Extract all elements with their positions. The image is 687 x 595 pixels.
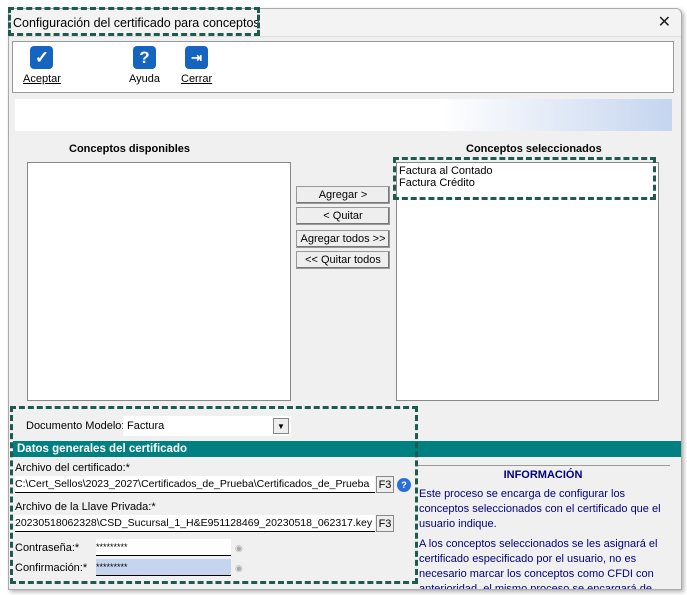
key-label: Archivo de la Llave Privada:* — [15, 501, 156, 513]
chevron-down-icon[interactable]: ▼ — [273, 418, 289, 434]
list-item[interactable]: Factura al Contado — [399, 165, 656, 177]
eye-icon[interactable]: ◉ — [235, 543, 243, 554]
info-paragraph: Este proceso se encarga de configurar lo… — [419, 488, 661, 530]
info-title: INFORMACIÓN — [503, 469, 583, 481]
close-icon[interactable]: ✕ — [658, 12, 671, 32]
section-header: Datos generales del certificado — [13, 441, 681, 457]
remove-button[interactable]: < Quitar — [296, 207, 390, 225]
doc-model-select[interactable]: Factura ▼ — [123, 416, 291, 436]
remove-all-button[interactable]: << Quitar todos — [296, 251, 390, 269]
cert-label: Archivo del certificado:* — [15, 462, 130, 474]
doc-model-value: Factura — [127, 420, 165, 432]
help-icon: ? — [133, 46, 156, 69]
cert-input[interactable]: C:\Cert_Sellos\2023_2027\Certificados_de… — [15, 476, 375, 493]
help-label: Ayuda — [129, 73, 160, 85]
dialog-window: Configuración del certificado para conce… — [8, 8, 682, 590]
confirm-label: Confirmación:* — [15, 562, 88, 574]
accept-button[interactable]: ✓ Aceptar — [23, 46, 61, 85]
key-input[interactable]: 20230518062328\CSD_Sucursal_1_H&E9511284… — [15, 515, 375, 532]
available-label: Conceptos disponibles — [69, 143, 191, 155]
doc-model-label: Documento Modelo: — [26, 420, 125, 432]
list-item[interactable]: Factura Crédito — [399, 177, 656, 189]
confirm-input[interactable]: ********* — [96, 559, 231, 576]
info-paragraph: A los conceptos seleccionados se les asi… — [419, 538, 658, 590]
key-f3-button[interactable]: F3 — [376, 515, 394, 532]
accept-label: Aceptar — [23, 73, 61, 85]
selected-list[interactable]: Factura al Contado Factura Crédito — [396, 162, 659, 401]
help-button[interactable]: ? Ayuda — [129, 46, 160, 85]
eye-icon[interactable]: ◉ — [235, 563, 243, 574]
available-list[interactable] — [27, 162, 291, 401]
close-button[interactable]: ⇥ Cerrar — [181, 46, 212, 85]
check-icon: ✓ — [30, 46, 54, 69]
exit-door-icon: ⇥ — [185, 46, 209, 69]
title-bar: Configuración del certificado para conce… — [9, 9, 681, 37]
close-label: Cerrar — [181, 73, 213, 85]
cert-f3-button[interactable]: F3 — [376, 476, 394, 493]
add-all-button[interactable]: Agregar todos >> — [296, 230, 390, 248]
toolbar: ✓ Aceptar ? Ayuda ⇥ Cerrar — [12, 41, 674, 93]
password-label: Contraseña:* — [15, 542, 80, 554]
help-circle-icon[interactable]: ? — [397, 478, 411, 492]
password-input[interactable]: ********* — [96, 539, 231, 556]
add-button[interactable]: Agregar > — [296, 186, 390, 204]
window-title: Configuración del certificado para conce… — [13, 16, 260, 30]
selected-label: Conceptos seleccionados — [466, 143, 602, 155]
info-panel: INFORMACIÓN Este proceso se encarga de c… — [416, 465, 670, 590]
header-banner — [15, 99, 672, 131]
